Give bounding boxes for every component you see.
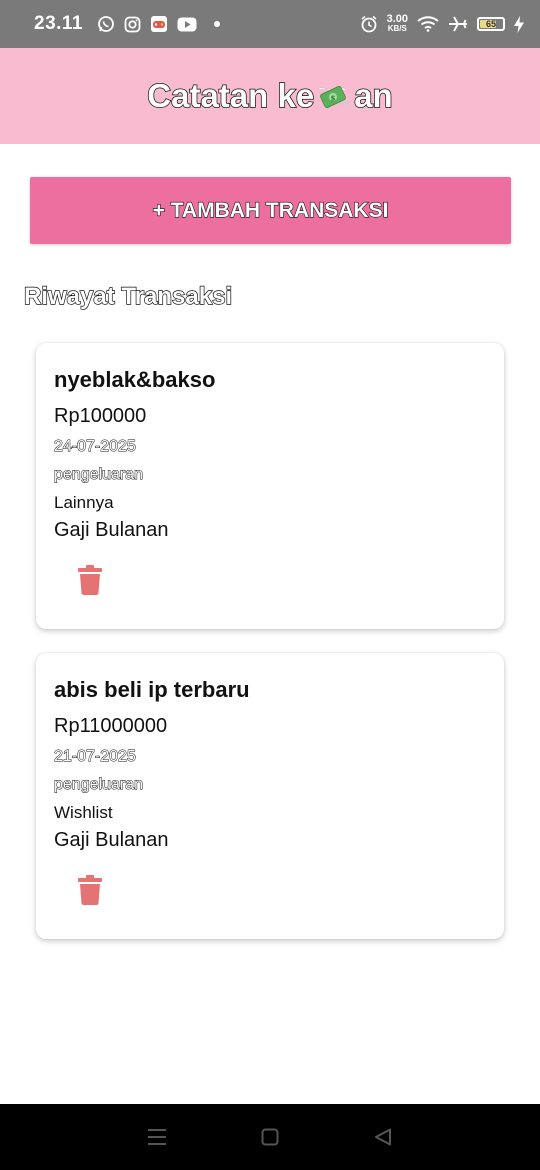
transaction-title: abis beli ip terbaru — [54, 677, 250, 702]
back-button[interactable] — [371, 1125, 395, 1149]
app-header: Catatan ke $ an — [0, 48, 540, 144]
delete-icon[interactable] — [78, 565, 102, 595]
transaction-type: pengeluaran — [54, 466, 144, 484]
battery-level: 65 — [485, 19, 496, 29]
svg-text:$: $ — [331, 95, 336, 103]
app-title-part-1: Catatan ke — [147, 76, 315, 115]
menu-icon — [147, 1129, 166, 1145]
network-speed-value: 3.00 — [386, 13, 408, 25]
more-notifications-dot — [214, 21, 220, 27]
status-bar: 23.11 3.00 KB/S 65 — [0, 0, 540, 48]
system-navigation-bar — [0, 1104, 540, 1170]
recent-apps-button[interactable] — [145, 1125, 169, 1149]
transaction-source: Gaji Bulanan — [54, 829, 169, 851]
instagram-icon — [124, 16, 141, 32]
wifi-icon — [417, 16, 439, 32]
whatsapp-icon — [98, 16, 114, 32]
transaction-date: 24-07-2025 — [54, 438, 137, 456]
transaction-card: abis beli ip terbaru Rp11000000 21-07-20… — [36, 653, 504, 939]
home-icon — [261, 1128, 279, 1146]
transaction-amount: Rp11000000 — [54, 715, 168, 737]
game-icon — [151, 16, 167, 32]
add-transaction-button[interactable]: + TAMBAH TRANSAKSI — [30, 177, 511, 244]
transaction-date: 21-07-2025 — [54, 748, 137, 766]
alarm-icon — [361, 15, 377, 33]
transaction-source: Gaji Bulanan — [54, 519, 169, 541]
youtube-icon — [177, 17, 197, 31]
system-icons: 3.00 KB/S 65 — [360, 13, 524, 34]
app-title: Catatan ke $ an — [147, 76, 394, 115]
delete-icon[interactable] — [78, 875, 102, 905]
network-speed-unit: KB/S — [387, 24, 407, 33]
transaction-amount: Rp100000 — [54, 405, 147, 427]
network-speed: 3.00 KB/S — [386, 13, 408, 34]
charging-icon — [514, 15, 524, 33]
back-icon — [375, 1128, 392, 1146]
transaction-title: nyeblak&bakso — [54, 367, 216, 392]
history-title: Riwayat Transaksi — [23, 282, 233, 310]
notification-icons — [97, 15, 220, 33]
airplane-icon — [449, 16, 467, 32]
transaction-type: pengeluaran — [54, 776, 144, 794]
home-button[interactable] — [258, 1125, 282, 1149]
transaction-category: Lainnya — [54, 493, 114, 512]
status-time: 23.11 — [34, 13, 83, 34]
transaction-category: Wishlist — [54, 803, 113, 822]
app-title-part-2: an — [353, 76, 393, 115]
battery-icon: 65 — [477, 17, 505, 31]
transaction-card: nyeblak&bakso Rp100000 24-07-2025 pengel… — [36, 343, 504, 629]
money-with-wings-icon: $ — [317, 86, 351, 108]
